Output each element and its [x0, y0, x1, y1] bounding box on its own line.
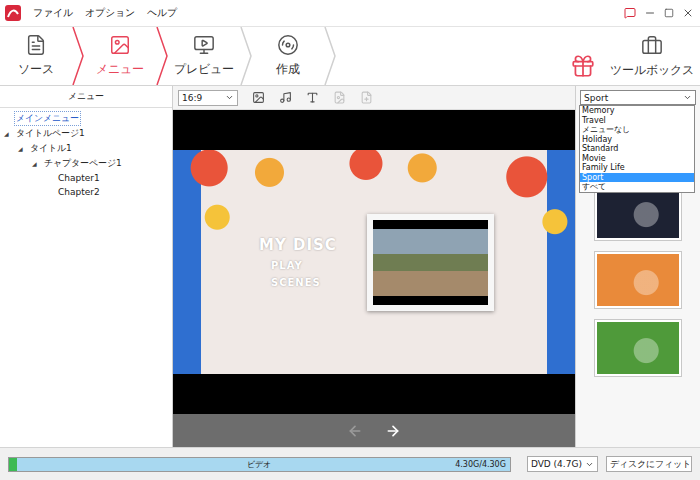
- next-button[interactable]: [385, 423, 401, 439]
- toolbox-icon: [641, 35, 663, 57]
- template-option[interactable]: Holiday: [580, 135, 694, 145]
- capacity-bar: ビデオ4.30G/4.30G: [8, 457, 511, 472]
- template-thumbnail[interactable]: [594, 251, 682, 309]
- preview-area: MY DISC PLAY SCENES: [173, 110, 575, 414]
- tree-label: タイトルページ1: [14, 126, 87, 141]
- fit-select[interactable]: ディスクにフィット: [606, 456, 692, 472]
- step-separator-icon: [324, 27, 336, 85]
- prev-button[interactable]: [347, 423, 363, 439]
- expander[interactable]: ◢: [4, 130, 14, 137]
- menu-tree: メインメニュー◢タイトルページ1◢タイトル1◢チャプターページ1Chapter1…: [0, 108, 172, 202]
- menu-item[interactable]: ファイル: [33, 6, 73, 20]
- text-icon: [306, 91, 319, 104]
- capacity-label: ビデオ: [9, 458, 510, 471]
- video-thumbnail: [373, 220, 488, 305]
- menu-item[interactable]: ヘルプ: [147, 6, 177, 20]
- template-option[interactable]: Standard: [580, 144, 694, 154]
- step-tab[interactable]: ソース: [0, 27, 72, 85]
- disc-icon: [277, 34, 299, 56]
- tree-label: チャプターページ1: [42, 156, 124, 171]
- template-option[interactable]: Family Life: [580, 163, 694, 173]
- tool-button[interactable]: [252, 91, 265, 104]
- template-option[interactable]: すべて: [580, 182, 694, 192]
- arrow-right-icon: [385, 423, 401, 439]
- gift-icon[interactable]: [570, 53, 596, 79]
- disc-select[interactable]: DVD (4.7G): [527, 456, 598, 472]
- step-tab[interactable]: プレビュー: [168, 27, 240, 85]
- close-icon[interactable]: [682, 7, 694, 19]
- tree-item[interactable]: Chapter1: [4, 171, 168, 185]
- step-separator-icon: [240, 27, 252, 85]
- maximize-icon[interactable]: [664, 8, 674, 18]
- template-thumbnail[interactable]: [594, 319, 682, 377]
- tree-item[interactable]: メインメニュー: [4, 111, 168, 126]
- file-plus-icon: [360, 91, 373, 104]
- status-bar: ビデオ4.30G/4.30G DVD (4.7G) ディスクにフィット: [0, 447, 700, 480]
- menu-background: MY DISC PLAY SCENES: [173, 150, 575, 374]
- file-image-icon: [333, 91, 346, 104]
- tree-label: Chapter1: [56, 172, 102, 184]
- music-icon: [279, 91, 292, 104]
- menu-tree-panel: メニューメインメニュー◢タイトルページ1◢タイトル1◢チャプターページ1Chap…: [0, 86, 173, 447]
- tool-button[interactable]: [279, 91, 292, 104]
- step-separator-icon: [72, 27, 84, 85]
- chevron-down-icon: [585, 460, 594, 469]
- tree-label: タイトル1: [28, 141, 74, 156]
- template-option[interactable]: Sport: [580, 173, 694, 183]
- aspect-select[interactable]: 16:9: [178, 90, 238, 106]
- tree-item[interactable]: ◢チャプターページ1: [4, 156, 168, 171]
- tool-button[interactable]: [360, 91, 373, 104]
- template-option[interactable]: Memory: [580, 106, 694, 116]
- arrow-left-icon: [347, 423, 363, 439]
- template-select[interactable]: Sport: [580, 90, 696, 105]
- image-icon: [109, 34, 131, 56]
- tree-item[interactable]: Chapter2: [4, 185, 168, 199]
- menu-item[interactable]: オプション: [85, 6, 135, 20]
- page-nav: [173, 414, 575, 447]
- thumbnail-image: [597, 322, 679, 374]
- template-panel: SportMemoryTravelメニューなしHolidayStandardMo…: [576, 86, 700, 447]
- app-logo-icon: [5, 5, 21, 21]
- thumbnail-image: [597, 186, 679, 238]
- step-separator-icon: [156, 27, 168, 85]
- chevron-down-icon: [683, 93, 692, 102]
- template-option[interactable]: Travel: [580, 116, 694, 126]
- app-window: ファイルオプションヘルプソースメニュープレビュー作成ツールボックスメニューメイン…: [0, 0, 700, 480]
- expander[interactable]: ◢: [32, 160, 42, 167]
- capacity-segment: [9, 458, 17, 471]
- panel-header: メニュー: [0, 86, 172, 108]
- tool-button[interactable]: [333, 91, 346, 104]
- step-tab[interactable]: 作成: [252, 27, 324, 85]
- template-option[interactable]: Movie: [580, 154, 694, 164]
- tree-item[interactable]: ◢タイトル1: [4, 141, 168, 156]
- feedback-icon[interactable]: [624, 7, 636, 19]
- menu-button[interactable]: SCENES: [259, 277, 337, 288]
- thumbnail-image: [597, 254, 679, 306]
- minimize-icon[interactable]: [644, 7, 656, 19]
- title-bar: ファイルオプションヘルプ: [0, 0, 700, 26]
- capacity-reading: 4.30G/4.30G: [455, 458, 506, 471]
- expander[interactable]: ◢: [18, 145, 28, 152]
- tool-button[interactable]: [306, 91, 319, 104]
- menu-title[interactable]: MY DISC: [259, 236, 337, 254]
- menu-button[interactable]: PLAY: [259, 260, 337, 271]
- monitor-play-icon: [193, 34, 215, 56]
- template-options: MemoryTravelメニューなしHolidayStandardMovieFa…: [579, 105, 695, 193]
- toolbox-button[interactable]: ツールボックス: [610, 35, 694, 79]
- document-icon: [25, 34, 47, 56]
- chevron-down-icon: [225, 93, 234, 102]
- tree-label: メインメニュー: [14, 111, 81, 126]
- video-frame: [367, 214, 494, 311]
- tree-label: Chapter2: [56, 186, 102, 198]
- step-tab[interactable]: メニュー: [84, 27, 156, 85]
- template-option[interactable]: メニューなし: [580, 125, 694, 135]
- preview-panel: 16:9 MY DISC PLAY SCENES: [173, 86, 576, 447]
- image-icon: [252, 91, 265, 104]
- preview-toolbar: 16:9: [173, 86, 575, 110]
- tree-item[interactable]: ◢タイトルページ1: [4, 126, 168, 141]
- step-bar: ソースメニュープレビュー作成 ツールボックス: [0, 26, 700, 86]
